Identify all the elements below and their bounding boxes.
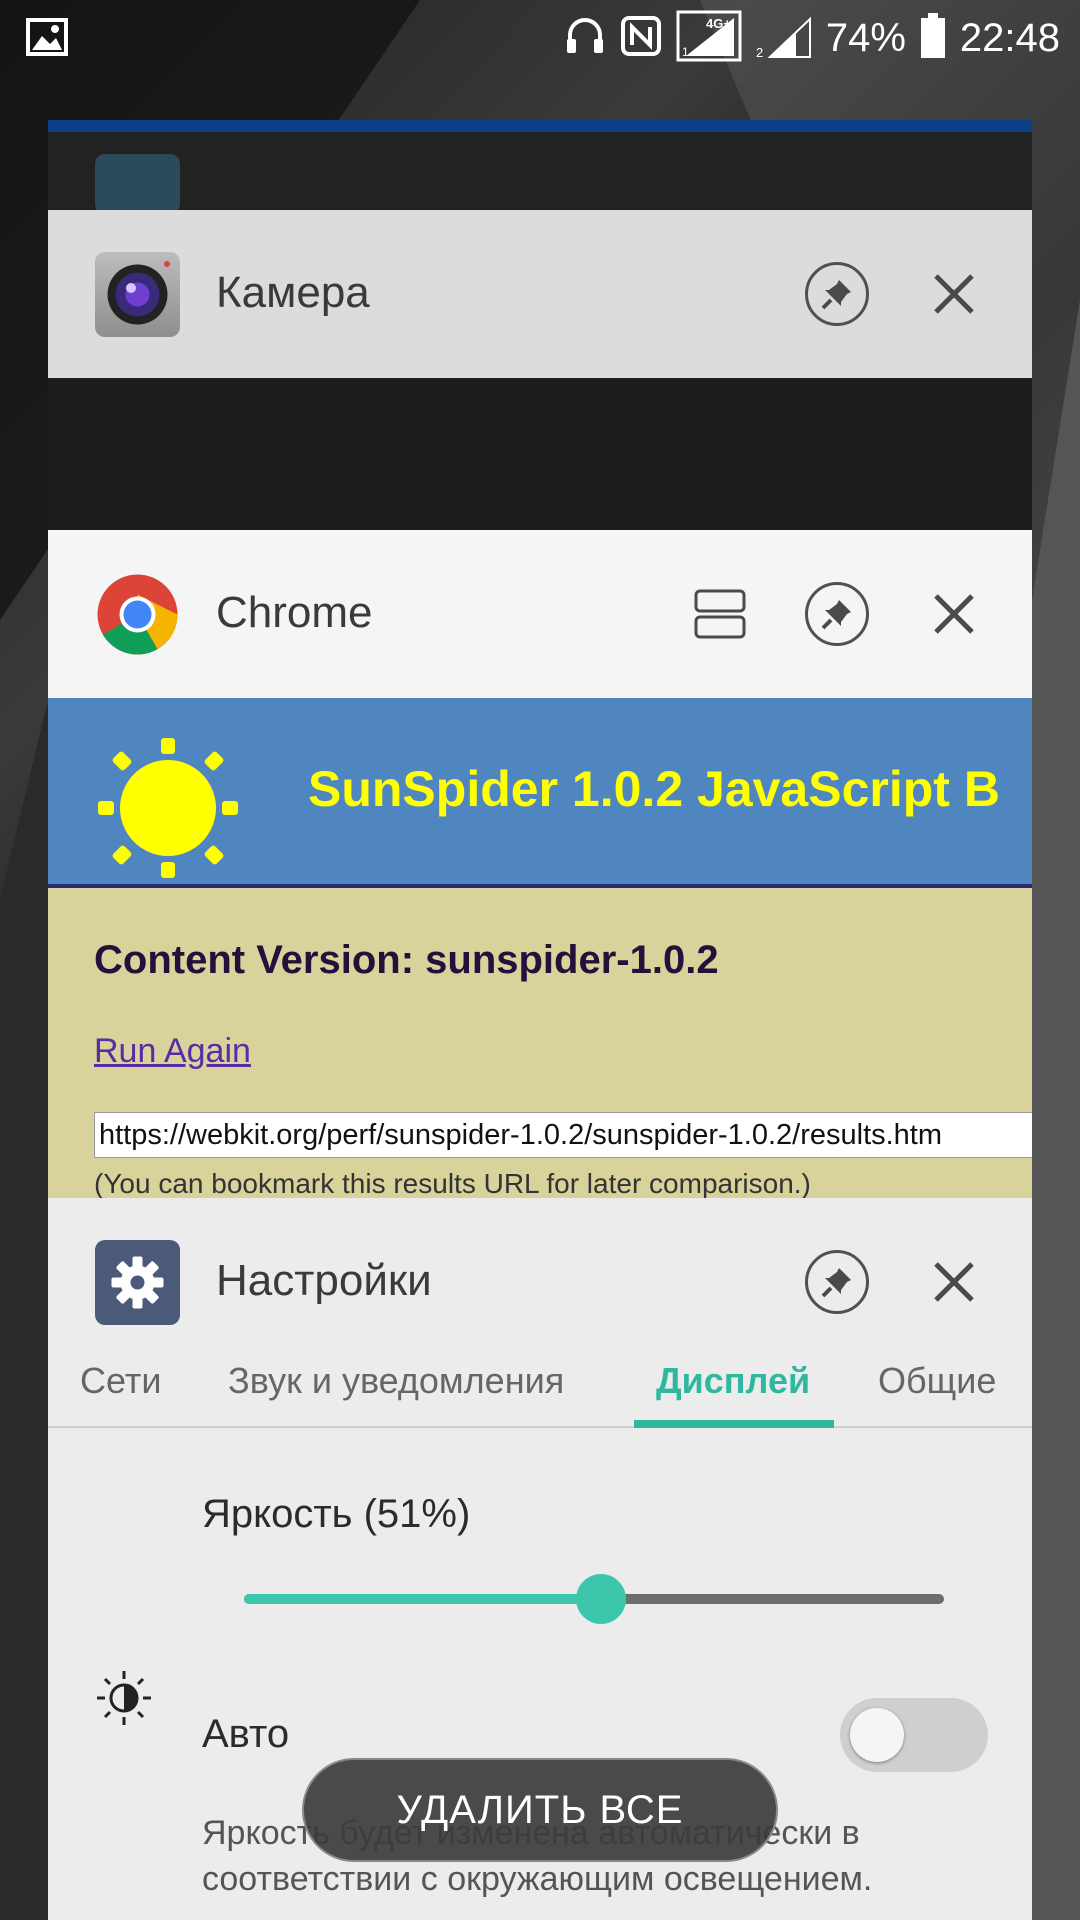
- gallery-notification-icon: [26, 18, 68, 61]
- run-again-link: Run Again: [94, 1032, 251, 1070]
- auto-brightness-label: Авто: [202, 1712, 290, 1756]
- pin-icon: [821, 600, 851, 630]
- pin-icon: [821, 280, 851, 310]
- close-button[interactable]: [922, 262, 986, 326]
- camera-icon: [95, 252, 180, 337]
- app-title: Настройки: [216, 1256, 432, 1305]
- close-button[interactable]: [922, 1250, 986, 1314]
- close-icon: [934, 1262, 974, 1302]
- close-icon: [934, 274, 974, 314]
- battery-percent: 74%: [825, 15, 906, 60]
- settings-gear-icon: [95, 1240, 180, 1325]
- results-url-field: https://webkit.org/perf/sunspider-1.0.2/…: [94, 1112, 1032, 1158]
- nfc-icon: [620, 15, 662, 62]
- page-thumbnail: SunSpider 1.0.2 JavaScript B Content Ver…: [48, 698, 1032, 1250]
- pin-icon: [821, 1268, 851, 1298]
- content-version-heading: Content Version: sunspider-1.0.2: [94, 938, 719, 982]
- tab-sound-notifications[interactable]: Звук и уведомления: [228, 1360, 564, 1402]
- headset-icon: [564, 15, 606, 62]
- settings-tabs: Сети Звук и уведомления Дисплей Общие: [48, 1348, 1032, 1428]
- card-header: Chrome: [48, 530, 1032, 698]
- app-title: Chrome: [216, 588, 373, 637]
- app-title: Камера: [216, 268, 370, 317]
- split-screen-button[interactable]: [688, 582, 752, 646]
- sim1-signal-icon: 4G+ 1: [676, 10, 742, 67]
- svg-text:2: 2: [756, 45, 763, 59]
- clear-all-button[interactable]: УДАЛИТЬ ВСЕ: [302, 1758, 778, 1862]
- bookmark-note: (You can bookmark this results URL for l…: [94, 1168, 811, 1199]
- status-bar: 4G+ 1 2 74% 22:48: [0, 0, 1080, 75]
- battery-icon: [920, 12, 946, 64]
- sim2-signal-icon: 2: [756, 13, 812, 64]
- tab-display[interactable]: Дисплей: [656, 1360, 810, 1402]
- brightness-label: Яркость (51%): [202, 1492, 471, 1536]
- svg-text:1: 1: [682, 45, 689, 59]
- pin-button[interactable]: [805, 262, 869, 326]
- pin-button[interactable]: [805, 582, 869, 646]
- tab-networks[interactable]: Сети: [80, 1360, 161, 1402]
- slider-fill: [244, 1594, 601, 1604]
- active-tab-indicator: [634, 1420, 834, 1428]
- sunspider-banner: SunSpider 1.0.2 JavaScript B: [48, 698, 1032, 888]
- chrome-icon: [95, 572, 180, 657]
- brightness-auto-icon: [97, 1671, 151, 1725]
- app-icon-partial: [95, 154, 180, 214]
- toggle-knob: [850, 1708, 904, 1762]
- split-screen-icon: [694, 589, 746, 639]
- slider-thumb[interactable]: [576, 1574, 626, 1624]
- auto-brightness-toggle[interactable]: [840, 1698, 988, 1772]
- recent-card-camera[interactable]: Камера: [48, 210, 1032, 550]
- card-header: Настройки: [48, 1198, 1032, 1366]
- card-header: Камера: [48, 210, 1032, 378]
- page-title: SunSpider 1.0.2 JavaScript B: [308, 761, 1000, 817]
- close-icon: [934, 594, 974, 634]
- tab-general[interactable]: Общие: [878, 1360, 996, 1402]
- pin-button[interactable]: [805, 1250, 869, 1314]
- svg-text:4G+: 4G+: [706, 16, 731, 31]
- clock: 22:48: [959, 15, 1060, 60]
- close-button[interactable]: [922, 582, 986, 646]
- sun-logo-icon: [98, 738, 238, 878]
- recent-card-chrome[interactable]: Chrome SunSpider 1.0.2 JavaScript B Cont…: [48, 530, 1032, 1250]
- brightness-slider[interactable]: [244, 1574, 944, 1624]
